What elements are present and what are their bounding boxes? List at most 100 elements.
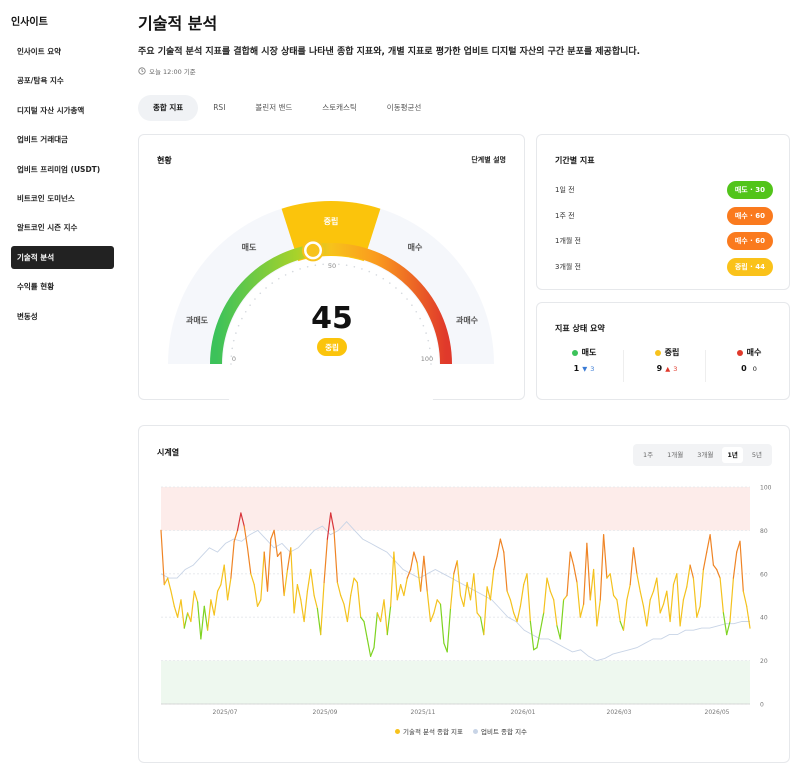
period-badge: 매수 · 60 [726, 206, 773, 225]
series-segment-composite [270, 529, 275, 540]
series-segment-composite [553, 599, 558, 627]
series-segment-composite [676, 573, 681, 627]
legend-item[interactable]: 기술적 분석 종합 지표 [395, 726, 463, 736]
series-segment-composite [609, 573, 615, 597]
series-segment-composite [599, 534, 605, 601]
series-segment-composite [483, 586, 488, 636]
series-segment-composite [400, 584, 405, 597]
series-segment-composite [230, 540, 235, 579]
series-segment-composite [576, 581, 581, 618]
sidebar-item[interactable]: 업비트 거래대금 [11, 128, 114, 151]
x-tick-label: 2026/01 [511, 709, 536, 716]
sidebar-item[interactable]: 인사이트 요약 [11, 40, 114, 63]
zone-label-sell: 매도 [242, 242, 257, 252]
series-segment-composite [669, 584, 675, 623]
series-segment-composite [473, 573, 478, 614]
series-segment-composite [459, 594, 465, 607]
gauge-tick-dot [411, 304, 413, 307]
series-line-upbit-index [160, 521, 750, 662]
gauge-value: 45 [311, 301, 353, 336]
timeseries-chart: 0 20 40 60 80 100 2025/07 2025/09 2025/11 2026/01… [160, 485, 772, 716]
timeseries-card: 시계열 1주 1개월 3개월 1년 5년 0 20 40 60 80 100 2025/07 2025… [138, 425, 790, 763]
y-tick-label: 0 [760, 702, 764, 709]
gauge-tick-dot [322, 263, 324, 266]
chart-zone-band [161, 660, 750, 704]
series-segment-composite [596, 599, 601, 627]
series-segment-composite [649, 590, 655, 601]
series-segment-composite [313, 594, 318, 610]
tab[interactable]: 볼린저 밴드 [240, 95, 307, 121]
gauge-tick-dot [368, 270, 371, 273]
series-segment-composite [729, 577, 735, 623]
series-segment-composite [193, 590, 199, 603]
sidebar-item[interactable]: 변동성 [11, 305, 114, 328]
series-segment-composite [260, 551, 265, 601]
series-segment-composite [659, 603, 665, 614]
series-segment-composite [613, 594, 618, 601]
series-segment-composite [739, 540, 744, 592]
summary-values: 00 [709, 364, 789, 373]
sidebar-item[interactable]: 알트코인 시즌 지수 [11, 216, 114, 239]
series-segment-composite [370, 647, 375, 657]
gauge-tick-dot [345, 264, 348, 267]
sidebar-title: 인사이트 [11, 17, 48, 28]
sidebar-item[interactable]: 공포/탐욕 지수 [11, 69, 114, 92]
summary-change: 0 [752, 364, 757, 373]
series-segment-composite [296, 584, 302, 601]
series-segment-composite [523, 573, 528, 586]
x-tick-label: 2026/05 [705, 709, 730, 716]
series-segment-composite [499, 538, 505, 553]
series-segment-composite [706, 534, 711, 553]
series-segment-composite [380, 599, 385, 623]
series-segment-composite [642, 605, 648, 627]
series-segment-composite [549, 590, 555, 601]
series-segment-composite [469, 573, 475, 601]
series-segment-composite [702, 551, 708, 571]
gauge-tick-dot [430, 363, 432, 365]
legend-item[interactable]: 업비트 종합 지수 [473, 726, 527, 736]
gauge-tick-dot [400, 292, 403, 295]
gauge-tick-dot [244, 310, 247, 313]
series-segment-composite [682, 586, 688, 601]
sidebar-item[interactable]: 디지털 자산 시가총액 [11, 99, 114, 122]
series-segment-composite [563, 594, 568, 601]
sidebar-item[interactable]: 비트코인 도미넌스 [11, 187, 114, 210]
tab[interactable]: 스토캐스틱 [307, 95, 372, 121]
gauge-tick-dot [265, 287, 267, 289]
series-segment-composite [200, 605, 205, 640]
tab[interactable]: 이동평균선 [372, 95, 437, 121]
series-segment-composite [363, 620, 368, 640]
gauge-tick-dot [241, 317, 243, 320]
series-segment-composite [652, 577, 658, 592]
series-segment-composite [579, 603, 585, 618]
summary-column: 매도 1 ▼ 3 [544, 347, 624, 373]
tab[interactable]: RSI [198, 95, 240, 121]
tab[interactable]: 종합 지표 [138, 95, 199, 121]
sidebar-item[interactable]: 수익률 현황 [11, 275, 114, 298]
summary-count: 9 [656, 364, 663, 373]
series-segment-composite [356, 581, 362, 618]
sidebar-item[interactable]: 업비트 프리미엄 (USDT) [11, 158, 114, 181]
series-segment-composite [220, 564, 225, 586]
series-segment-composite [263, 551, 269, 592]
series-segment-composite [386, 605, 392, 636]
gauge-tick-dot [419, 317, 421, 320]
series-segment-composite [366, 638, 372, 657]
series-segment-composite [503, 551, 508, 592]
series-segment-composite [433, 599, 438, 614]
series-segment-composite [656, 577, 661, 614]
sidebar-item[interactable]: 기술적 분석 [11, 245, 114, 269]
gauge-tick-dot [361, 268, 363, 270]
series-segment-composite [699, 568, 705, 607]
series-segment-composite [256, 599, 262, 607]
y-tick-label: 100 [760, 485, 772, 492]
x-tick-label: 2025/09 [313, 709, 338, 716]
legend-dot-icon [473, 728, 479, 734]
series-segment-composite [336, 581, 342, 597]
series-segment-composite [556, 625, 561, 640]
gauge-tick-dot [235, 332, 237, 334]
series-segment-composite [586, 542, 591, 601]
status-dot-icon [736, 349, 743, 356]
series-segment-composite [712, 564, 718, 571]
zone-label-extreme-buy: 과매수 [456, 315, 479, 325]
